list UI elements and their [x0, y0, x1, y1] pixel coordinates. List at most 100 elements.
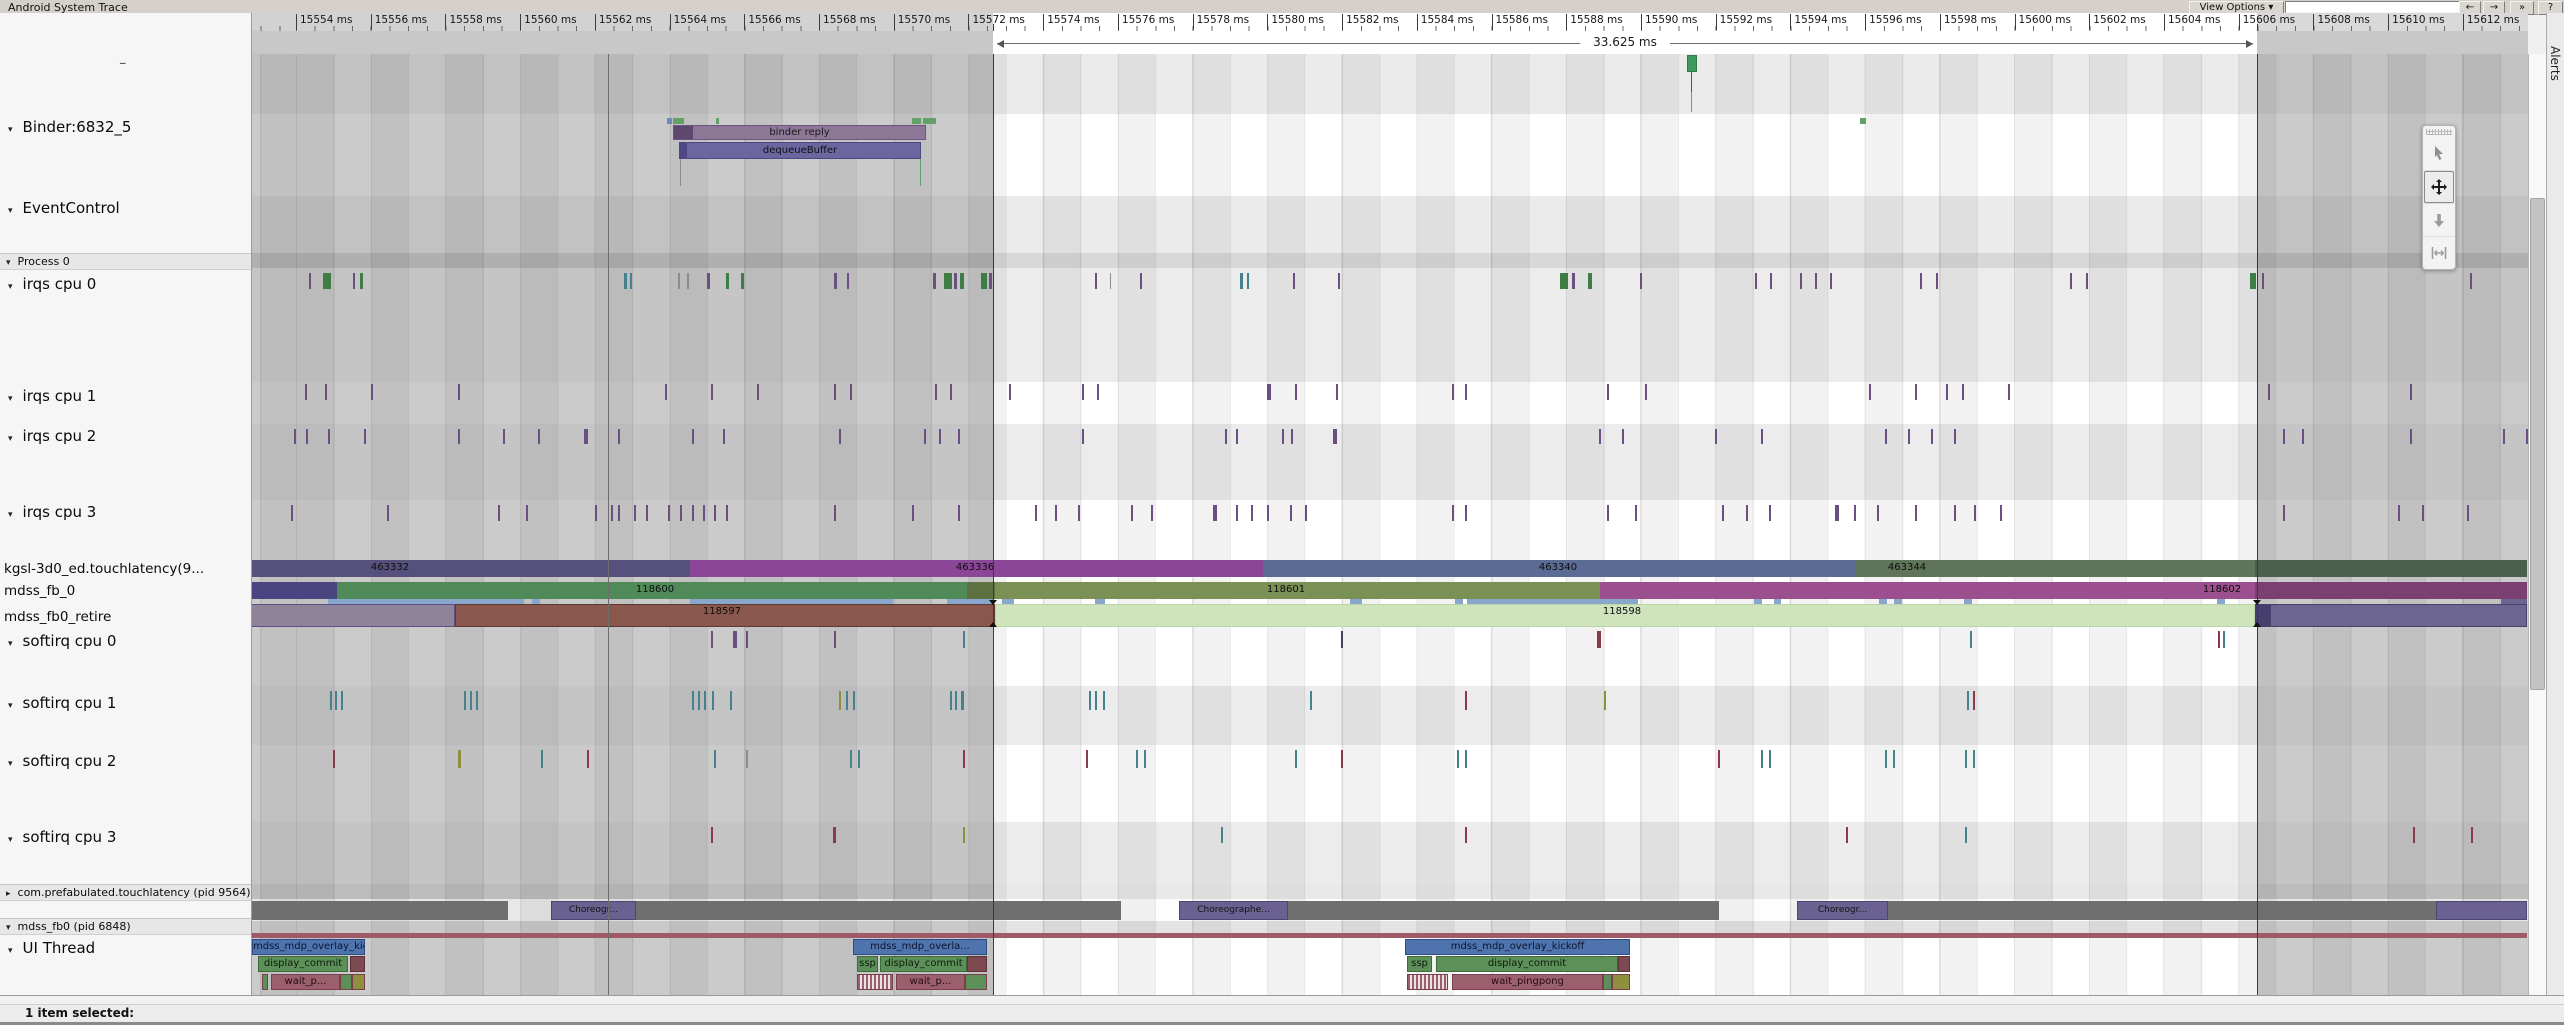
irqs-cpu-2-event[interactable] [1885, 429, 1887, 444]
irqs-cpu-2-event[interactable] [839, 429, 841, 444]
retire-slices-slice[interactable] [2270, 604, 2527, 627]
softirq-cpu-2-event[interactable] [541, 750, 543, 768]
wait-pingpong-slice[interactable] [965, 974, 987, 990]
sidebar-track-mdss-fb0-pid-6848[interactable]: ▾mdss_fb0 (pid 6848) [0, 918, 251, 935]
expanded-triangle-icon[interactable]: ▾ [0, 639, 13, 649]
irqs-cpu-0-event[interactable] [2470, 273, 2472, 289]
irqs-cpu-1-event[interactable] [1336, 384, 1338, 400]
softirq-cpu-2-event[interactable] [1893, 750, 1895, 768]
irqs-cpu-3-event[interactable] [2467, 505, 2469, 521]
softirq-cpu-2-event[interactable] [587, 750, 589, 768]
display-commit-slice[interactable] [1618, 956, 1630, 972]
softirq-cpu-1-event[interactable] [470, 691, 472, 710]
softirq-cpu-2-event[interactable] [1136, 750, 1138, 768]
irqs-cpu-1-event[interactable] [2268, 384, 2270, 400]
sidebar-track-softirq-cpu-0[interactable]: ▾softirq cpu 0 [0, 631, 251, 651]
irqs-cpu-0-event[interactable] [1338, 273, 1340, 289]
softirq-cpu-2-event[interactable] [1718, 750, 1720, 768]
selection-tool-button[interactable] [2423, 137, 2455, 170]
irqs-cpu-0-event[interactable] [624, 273, 627, 289]
sidebar-track-kgsl-3d0-ed-touchlatency-9[interactable]: kgsl-3d0_ed.touchlatency(9... [0, 560, 251, 578]
display-commit-slice[interactable]: ssp [1407, 956, 1432, 972]
irqs-cpu-2-event[interactable] [723, 429, 725, 444]
wait-pingpong-slice[interactable] [1603, 974, 1612, 990]
irqs-cpu-0-event[interactable] [687, 273, 689, 289]
softirq-cpu-1-event[interactable] [730, 691, 732, 710]
irqs-cpu-1-event[interactable] [1915, 384, 1917, 400]
softirq-cpu-1-event[interactable] [955, 691, 957, 710]
softirq-cpu-1-event[interactable] [1103, 691, 1105, 710]
binder-descenders-event[interactable] [920, 159, 921, 186]
softirq-cpu-1-event[interactable] [950, 691, 952, 710]
irqs-cpu-0-event[interactable] [1800, 273, 1802, 289]
irqs-cpu-0-event[interactable] [360, 273, 363, 289]
top-marker-slice[interactable] [1687, 55, 1697, 72]
irqs-cpu-0-event[interactable] [1293, 273, 1295, 289]
softirq-cpu-1-event[interactable] [464, 691, 466, 710]
irqs-cpu-2-event[interactable] [2302, 429, 2304, 444]
irqs-cpu-3-event[interactable] [1954, 505, 1956, 521]
softirq-cpu-2-event[interactable] [850, 750, 852, 768]
choreographer-slice[interactable] [2436, 901, 2527, 920]
fit-horizontal-tool-button[interactable] [2423, 236, 2455, 270]
palette-grip[interactable] [2426, 129, 2452, 135]
display-commit-slice[interactable] [967, 956, 987, 972]
mdss-fb0-slices-slice[interactable] [967, 582, 995, 599]
softirq-cpu-3-event[interactable] [1965, 827, 1967, 843]
irqs-cpu-0-event[interactable] [1095, 273, 1097, 289]
kgsl-slices-slice[interactable] [2255, 560, 2527, 577]
irqs-cpu-2-event[interactable] [364, 429, 366, 444]
irqs-cpu-0-event[interactable] [678, 273, 680, 289]
expanded-triangle-icon[interactable]: ▾ [0, 835, 13, 845]
alerts-tab[interactable]: Alerts [2548, 46, 2562, 81]
irqs-cpu-3-event[interactable] [1151, 505, 1153, 521]
irqs-cpu-1-event[interactable] [1097, 384, 1099, 400]
softirq-cpu-1-event[interactable] [712, 691, 714, 710]
softirq-cpu-2-event[interactable] [1885, 750, 1887, 768]
softirq-cpu-2-event[interactable] [1341, 750, 1343, 768]
mdss-fb0-slices-slice[interactable] [251, 582, 337, 599]
irqs-cpu-2-event[interactable] [2503, 429, 2505, 444]
display-commit-slice[interactable]: display_commit [880, 956, 967, 972]
sidebar-track-com-prefabulated-touchlatency-pid-9564[interactable]: ▸com.prefabulated.touchlatency (pid 9564… [0, 884, 251, 901]
irqs-cpu-0-event[interactable] [2070, 273, 2072, 289]
softirq-cpu-2-event[interactable] [1973, 750, 1975, 768]
irqs-cpu-1-event[interactable] [2008, 384, 2010, 400]
softirq-cpu-2-event[interactable] [1769, 750, 1771, 768]
irqs-cpu-2-event[interactable] [1954, 429, 1956, 444]
choreographer-slice[interactable]: Choreographe... [1179, 901, 1288, 920]
irqs-cpu-3-event[interactable] [618, 505, 620, 521]
softirq-cpu-0-event[interactable] [1341, 631, 1343, 648]
horizontal-divider[interactable] [0, 995, 2564, 1005]
irqs-cpu-0-event[interactable] [960, 273, 964, 289]
expanded-triangle-icon[interactable]: ▾ [0, 759, 13, 769]
irqs-cpu-1-event[interactable] [935, 384, 937, 400]
irqs-cpu-3-event[interactable] [1835, 505, 1839, 521]
irqs-cpu-3-event[interactable] [1236, 505, 1238, 521]
irqs-cpu-0-event[interactable] [989, 273, 992, 289]
irqs-cpu-2-event[interactable] [1082, 429, 1084, 444]
irqs-cpu-2-event[interactable] [692, 429, 694, 444]
selection-start-line[interactable] [993, 24, 994, 995]
sidebar-track-ui-thread[interactable]: ▾UI Thread [0, 938, 251, 958]
binder-marker-strip-event[interactable] [716, 118, 719, 124]
irqs-cpu-0-event[interactable] [1936, 273, 1938, 289]
irqs-cpu-3-event[interactable] [291, 505, 293, 521]
irqs-cpu-3-event[interactable] [2398, 505, 2400, 521]
sidebar-track-irqs-cpu-0[interactable]: ▾irqs cpu 0 [0, 274, 251, 294]
irqs-cpu-0-event[interactable] [323, 273, 331, 289]
wait-pingpong-slice[interactable] [1407, 974, 1448, 990]
irqs-cpu-3-event[interactable] [1635, 505, 1637, 521]
irqs-cpu-1-event[interactable] [950, 384, 952, 400]
choreographer-busy-slice[interactable] [1888, 901, 2436, 920]
sidebar-track-irqs-cpu-1[interactable]: ▾irqs cpu 1 [0, 386, 251, 406]
irqs-cpu-0-event[interactable] [1640, 273, 1642, 289]
irqs-cpu-0-event[interactable] [1588, 273, 1592, 289]
binder-marker-strip-event[interactable] [912, 118, 921, 124]
irqs-cpu-3-event[interactable] [2283, 505, 2285, 521]
irqs-cpu-0-event[interactable] [1572, 273, 1575, 289]
irqs-cpu-2-event[interactable] [958, 429, 960, 444]
choreographer-slice[interactable]: Choreogr... [551, 901, 636, 920]
irqs-cpu-3-event[interactable] [1465, 505, 1467, 521]
sidebar-track-softirq-cpu-1[interactable]: ▾softirq cpu 1 [0, 693, 251, 713]
